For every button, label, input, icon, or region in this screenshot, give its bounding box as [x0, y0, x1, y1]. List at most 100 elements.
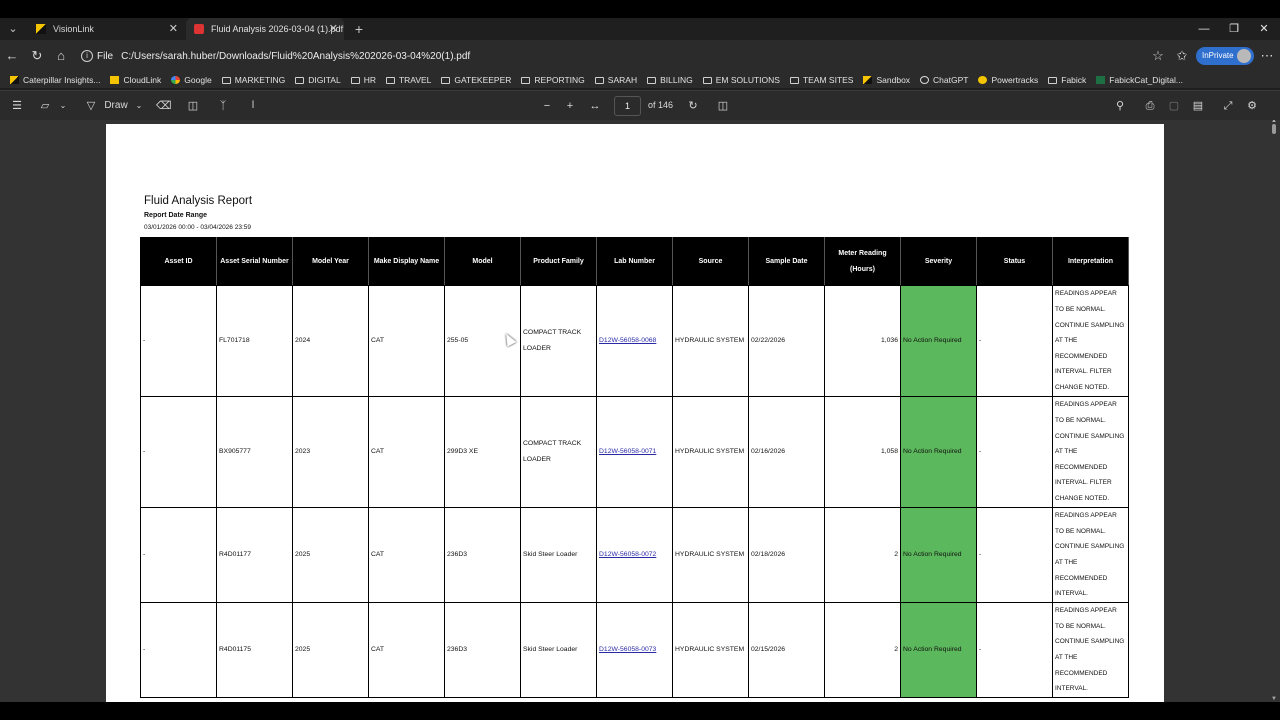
- erase-icon[interactable]: ⌫: [156, 98, 172, 114]
- bookmark-folder[interactable]: EM SOLUTIONS: [702, 75, 780, 85]
- contents-icon[interactable]: ☰: [10, 98, 24, 114]
- close-icon[interactable]: ✕: [169, 22, 178, 35]
- cloudlink-icon: [110, 76, 120, 84]
- translate-icon[interactable]: ا: [246, 98, 260, 114]
- scroll-down-icon[interactable]: ▼: [1271, 696, 1277, 702]
- search-icon[interactable]: ⚲: [1113, 98, 1127, 114]
- save-icon[interactable]: ▢: [1167, 98, 1181, 114]
- favorites-icon[interactable]: ✩: [1174, 48, 1190, 64]
- bookmark-folder[interactable]: HR: [350, 75, 376, 85]
- report-table: Asset ID Asset Serial Number Model Year …: [140, 237, 1129, 698]
- read-aloud-icon[interactable]: ᛉ: [216, 98, 230, 114]
- bookmark-folder[interactable]: GATEKEEPER: [441, 75, 511, 85]
- pdf-viewer[interactable]: Fluid Analysis Report Report Date Range …: [0, 120, 1280, 702]
- minimize-icon[interactable]: —: [1196, 21, 1212, 37]
- bookmark-item[interactable]: FabickCat_Digital...: [1096, 75, 1183, 85]
- bookmark-item[interactable]: Powertracks: [978, 75, 1038, 85]
- tab-strip: ⌄ VisionLink ✕ Fluid Analysis 2026-03-04…: [0, 18, 1280, 40]
- inprivate-label: InPrivate: [1202, 51, 1234, 60]
- fullscreen-icon[interactable]: ⤢: [1221, 98, 1235, 114]
- tab-visionlink[interactable]: VisionLink ✕: [28, 18, 184, 40]
- column-header: Severity: [900, 237, 977, 286]
- bookmark-folder[interactable]: REPORTING: [521, 75, 585, 85]
- bookmark-folder[interactable]: SARAH: [594, 75, 637, 85]
- save-as-icon[interactable]: ▤: [1191, 98, 1205, 114]
- tab-pdf[interactable]: Fluid Analysis 2026-03-04 (1).pdf ✕: [186, 18, 344, 40]
- lab-number-link[interactable]: D12W-56058-0073: [599, 646, 656, 653]
- browser-window: ⌄ VisionLink ✕ Fluid Analysis 2026-03-04…: [0, 18, 1280, 702]
- bookmark-folder[interactable]: Fabick: [1048, 75, 1086, 85]
- cell-status: -: [976, 285, 1053, 397]
- cell-asset-id: -: [140, 285, 217, 397]
- excel-icon: [1096, 76, 1106, 84]
- page-number-input[interactable]: 1: [614, 96, 641, 116]
- text-box-icon[interactable]: ◫: [186, 98, 200, 114]
- close-icon[interactable]: ✕: [329, 22, 338, 35]
- cell-severity: No Action Required: [900, 285, 977, 397]
- more-icon[interactable]: ⋯: [1259, 48, 1275, 64]
- folder-icon: [702, 76, 712, 84]
- window-close-icon[interactable]: ✕: [1256, 21, 1272, 37]
- cell-status: -: [976, 396, 1053, 508]
- highlight-icon[interactable]: ▱: [38, 98, 52, 114]
- info-icon[interactable]: i: [81, 50, 93, 62]
- page-view-icon[interactable]: ◫: [716, 98, 730, 114]
- fit-width-icon[interactable]: ↔: [588, 98, 602, 114]
- report-range-value: 03/01/2026 00:00 - 03/04/2026 23:59: [144, 224, 251, 231]
- lab-number-link[interactable]: D12W-56058-0071: [599, 448, 656, 455]
- settings-gear-icon[interactable]: ⚙: [1245, 98, 1259, 114]
- pdf-page: Fluid Analysis Report Report Date Range …: [106, 124, 1164, 702]
- zoom-out-icon[interactable]: −: [540, 98, 554, 114]
- cell-asset-id: -: [140, 602, 217, 698]
- scroll-thumb[interactable]: [1272, 124, 1276, 134]
- draw-button[interactable]: Draw: [104, 98, 128, 114]
- google-icon: [171, 76, 181, 84]
- column-header: Asset Serial Number: [216, 237, 293, 286]
- bookmark-folder[interactable]: DIGITAL: [295, 75, 341, 85]
- tab-actions-chevron-icon[interactable]: ⌄: [5, 21, 21, 37]
- bookmark-folder[interactable]: TRAVEL: [385, 75, 431, 85]
- column-header: Product Family: [520, 237, 597, 286]
- cell-year: 2025: [292, 507, 369, 603]
- bookmark-folder[interactable]: TEAM SITES: [789, 75, 853, 85]
- chevron-down-icon[interactable]: ⌄: [58, 98, 68, 114]
- folder-icon: [647, 76, 657, 84]
- bookmark-item[interactable]: Google: [171, 75, 212, 85]
- lab-number-link[interactable]: D12W-56058-0072: [599, 551, 656, 558]
- bookmark-folder[interactable]: BILLING: [647, 75, 693, 85]
- cell-year: 2023: [292, 396, 369, 508]
- restore-icon[interactable]: ❐: [1226, 21, 1242, 37]
- cat-logo-icon: [10, 76, 19, 84]
- draw-icon[interactable]: ▽: [84, 98, 98, 114]
- avatar: [1237, 49, 1251, 63]
- chevron-down-icon[interactable]: ⌄: [134, 98, 144, 114]
- column-header: Interpretation: [1052, 237, 1129, 286]
- cell-serial: BX905777: [216, 396, 293, 508]
- table-row: - FL701718 2024 CAT 255-05 COMPACT TRACK…: [140, 285, 1129, 397]
- print-icon[interactable]: ⎙: [1143, 98, 1157, 114]
- inprivate-badge[interactable]: InPrivate: [1196, 47, 1254, 65]
- lab-number-link[interactable]: D12W-56058-0068: [599, 337, 656, 344]
- cell-family: Skid Steer Loader: [520, 507, 597, 603]
- bookmark-item[interactable]: ChatGPT: [920, 75, 968, 85]
- vertical-scrollbar[interactable]: ▲ ▼: [1271, 120, 1277, 702]
- bookmark-item[interactable]: Sandbox: [863, 75, 910, 85]
- cell-status: -: [976, 507, 1053, 603]
- new-tab-icon[interactable]: +: [351, 21, 367, 37]
- rotate-icon[interactable]: ↻: [686, 98, 700, 114]
- favorite-star-icon[interactable]: ☆: [1150, 48, 1166, 64]
- zoom-in-icon[interactable]: +: [563, 98, 577, 114]
- address-bar[interactable]: i File C:/Users/sarah.huber/Downloads/Fl…: [78, 44, 1170, 68]
- url-text[interactable]: C:/Users/sarah.huber/Downloads/Fluid%20A…: [121, 51, 470, 62]
- bookmark-folder[interactable]: MARKETING: [221, 75, 285, 85]
- back-icon[interactable]: ←: [4, 48, 20, 64]
- column-header: Source: [672, 237, 749, 286]
- page-total: of 146: [648, 100, 674, 110]
- bookmark-item[interactable]: Caterpillar Insights...: [10, 75, 100, 85]
- bookmark-item[interactable]: CloudLink: [110, 75, 161, 85]
- cell-date: 02/16/2026: [748, 396, 825, 508]
- home-icon[interactable]: ⌂: [53, 48, 69, 64]
- refresh-icon[interactable]: ↻: [29, 48, 45, 64]
- cell-meter: 2: [824, 602, 901, 698]
- cell-interpretation: READINGS APPEAR TO BE NORMAL. CONTINUE S…: [1052, 285, 1129, 397]
